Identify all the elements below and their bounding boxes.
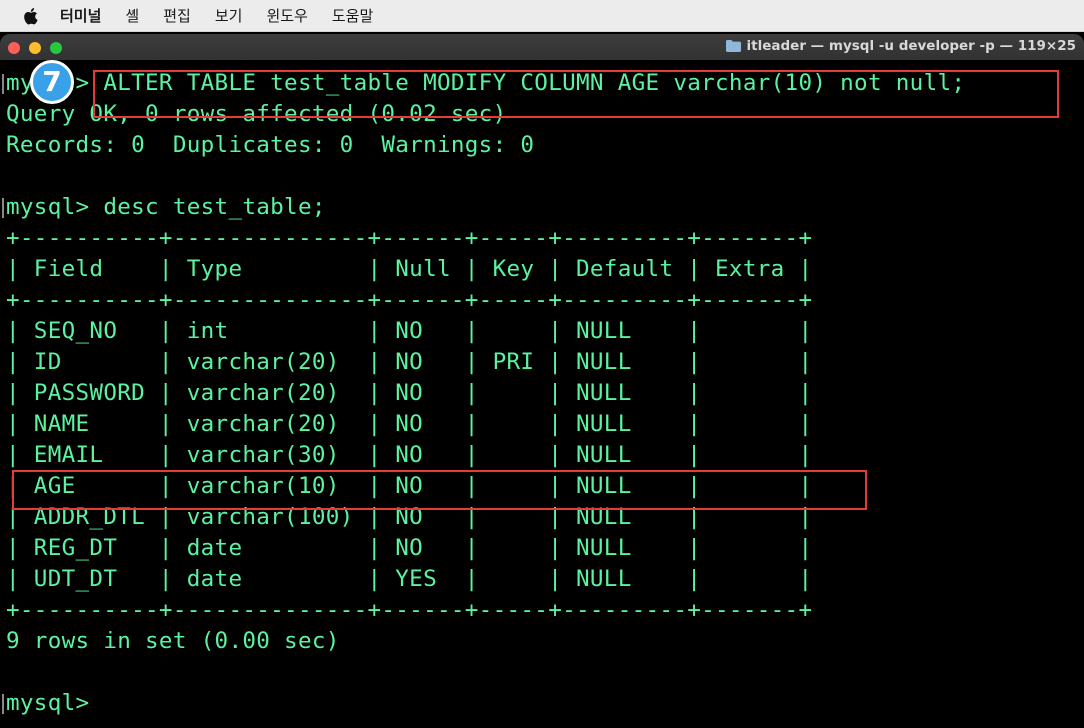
mysql-prompt[interactable]: mysql> (6, 688, 1084, 719)
line-marker (2, 694, 4, 714)
table-row: | ADDR_DTL | varchar(100) | NO | | NULL … (6, 504, 813, 530)
table-row: | PASSWORD | varchar(20) | NO | | NULL |… (6, 380, 813, 406)
window-title-text: itleader — mysql -u developer -p — 119×2… (746, 38, 1076, 54)
table-row: | NAME | varchar(20) | NO | | NULL | | (6, 411, 813, 437)
menu-window[interactable]: 윈도우 (266, 5, 307, 26)
terminal-line: mysql> ALTER TABLE test_table MODIFY COL… (6, 70, 966, 96)
menu-help[interactable]: 도움말 (332, 5, 373, 26)
minimize-window-button[interactable] (29, 42, 41, 54)
terminal-line: 9 rows in set (0.00 sec) (6, 628, 340, 654)
window-title-bar[interactable]: itleader — mysql -u developer -p — 119×2… (0, 34, 1084, 60)
menu-terminal[interactable]: 터미널 (60, 5, 101, 26)
table-header-row: | Field | Type | Null | Key | Default | … (6, 256, 813, 282)
table-border: +----------+--------------+------+-----+… (6, 225, 813, 251)
folder-icon (725, 40, 741, 52)
line-marker (2, 198, 4, 218)
terminal-line: Query OK, 0 rows affected (0.02 sec) (6, 101, 507, 127)
window-title: itleader — mysql -u developer -p — 119×2… (725, 38, 1076, 54)
menu-bar: 터미널 셸 편집 보기 윈도우 도움말 (0, 0, 1084, 32)
menu-view[interactable]: 보기 (215, 5, 243, 26)
table-border: +----------+--------------+------+-----+… (6, 597, 813, 623)
apple-logo-icon[interactable] (22, 7, 40, 25)
terminal-output[interactable]: mysql> ALTER TABLE test_table MODIFY COL… (6, 68, 1084, 719)
table-row: | REG_DT | date | NO | | NULL | | (6, 535, 813, 561)
terminal-line: Records: 0 Duplicates: 0 Warnings: 0 (6, 132, 535, 158)
close-window-button[interactable] (8, 42, 20, 54)
table-row: | EMAIL | varchar(30) | NO | | NULL | | (6, 442, 813, 468)
menu-edit[interactable]: 편집 (163, 5, 191, 26)
table-row: | SEQ_NO | int | NO | | NULL | | (6, 318, 813, 344)
step-number-badge: 7 (30, 60, 74, 104)
menu-shell[interactable]: 셸 (125, 5, 139, 26)
table-border: +----------+--------------+------+-----+… (6, 287, 813, 313)
table-row: | AGE | varchar(10) | NO | | NULL | | (6, 473, 813, 499)
table-row: | UDT_DT | date | YES | | NULL | | (6, 566, 813, 592)
zoom-window-button[interactable] (50, 42, 62, 54)
table-row: | ID | varchar(20) | NO | PRI | NULL | | (6, 349, 813, 375)
line-marker (2, 74, 4, 94)
terminal-line: mysql> desc test_table; (6, 194, 326, 220)
